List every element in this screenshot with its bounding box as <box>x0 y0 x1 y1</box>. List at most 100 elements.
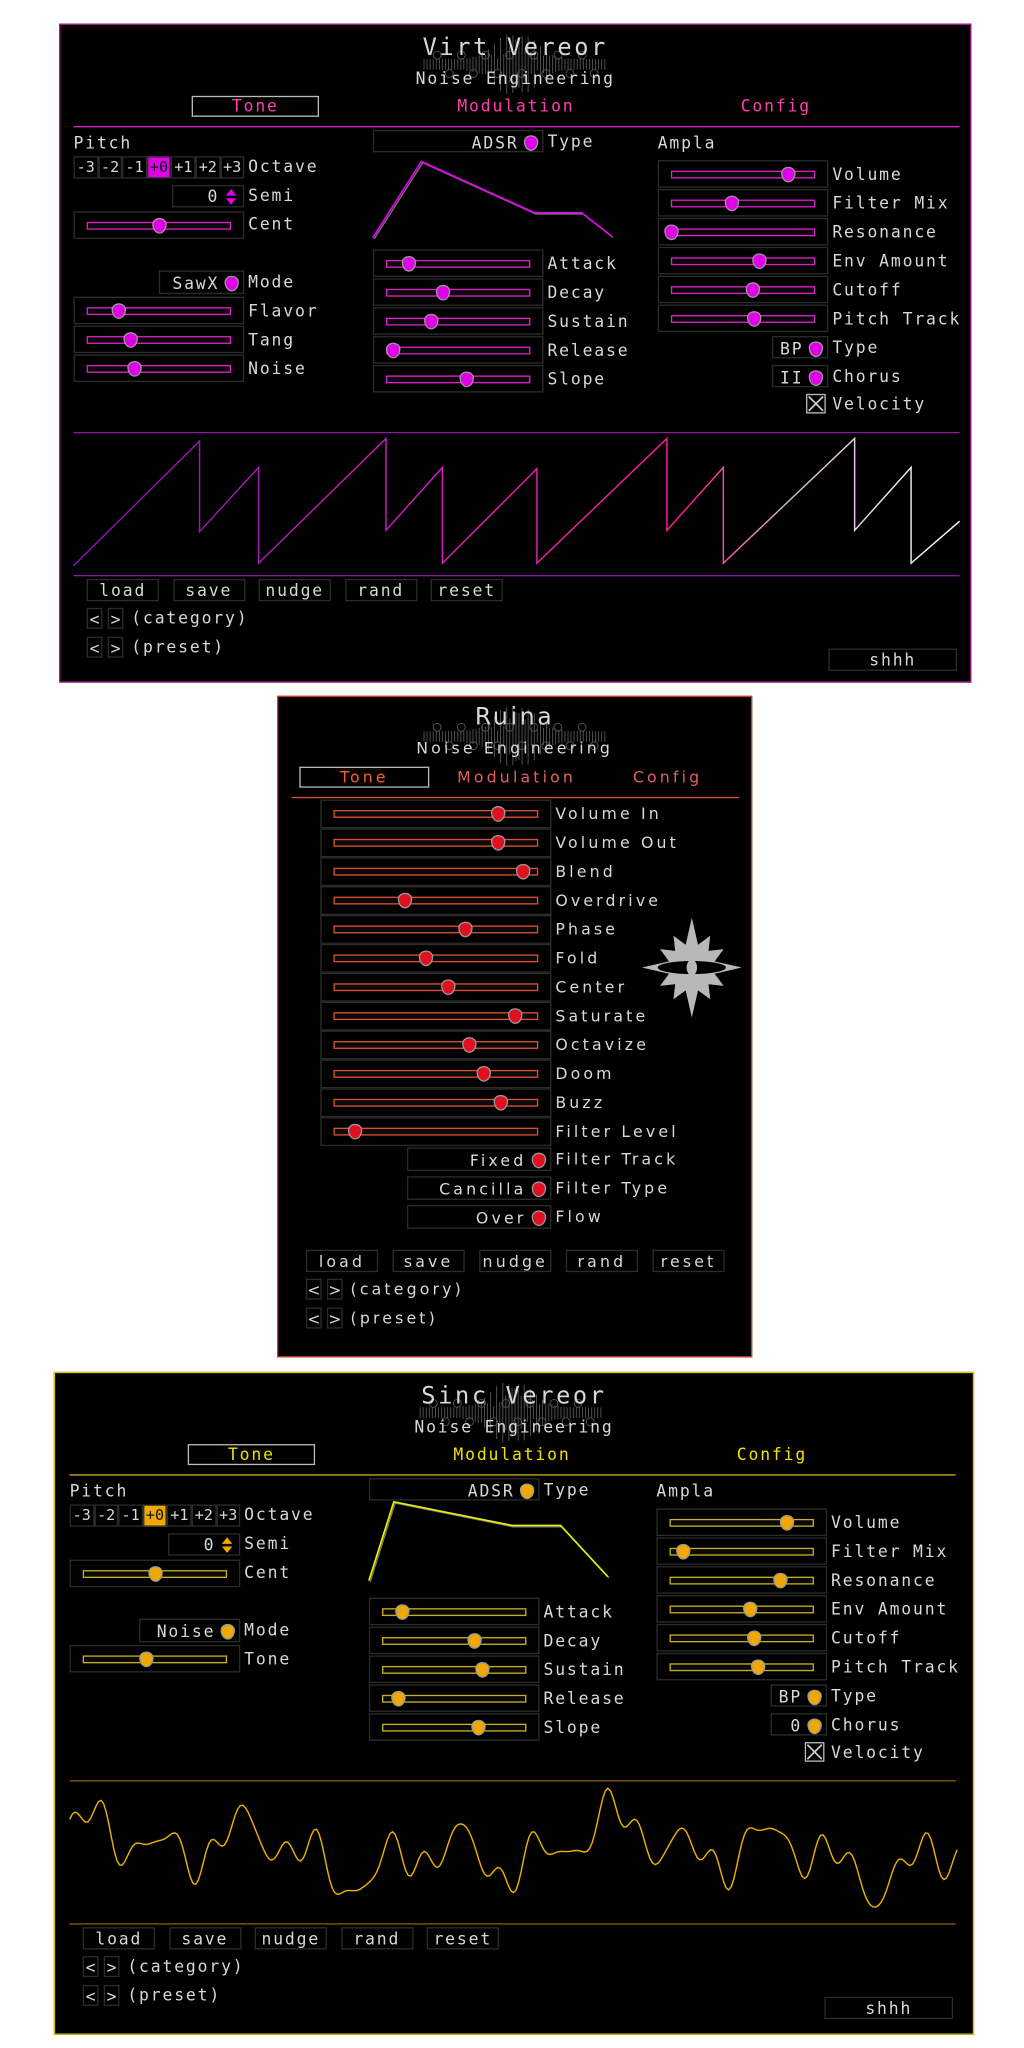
load-button[interactable]: load <box>305 1249 379 1273</box>
reset-button[interactable]: reset <box>430 578 503 602</box>
slider-thumb[interactable] <box>746 1629 762 1646</box>
tab-tone[interactable]: Tone <box>191 95 320 117</box>
slider-thumb[interactable] <box>127 360 142 377</box>
ampla-slider-env-amount[interactable] <box>657 246 829 275</box>
category-next-button[interactable]: > <box>107 607 124 629</box>
envelope-type-dropdown[interactable]: ADSR <box>372 129 544 153</box>
slider-thumb[interactable] <box>122 331 138 348</box>
octave-button[interactable]: +1 <box>167 1504 192 1527</box>
slider-center[interactable] <box>320 972 552 1002</box>
octave-button[interactable]: +0 <box>142 1504 168 1527</box>
envelope-slider-release[interactable] <box>372 336 544 364</box>
slider-thumb[interactable] <box>423 313 439 329</box>
envelope-slider-slope[interactable] <box>368 1713 540 1741</box>
mode-dropdown[interactable]: SawX <box>158 270 245 295</box>
slider-thumb[interactable] <box>441 979 457 996</box>
slider-saturate[interactable] <box>320 1001 552 1031</box>
slider-thumb[interactable] <box>676 1543 691 1559</box>
ampla-slider-volume[interactable] <box>657 160 829 188</box>
ampla-slider-resonance[interactable] <box>656 1566 828 1594</box>
envelope-slider-sustain[interactable] <box>372 307 544 335</box>
envelope-slider-sustain[interactable] <box>368 1655 540 1684</box>
slider-thumb[interactable] <box>348 1123 363 1140</box>
ampla-slider-cutoff[interactable] <box>657 275 829 304</box>
envelope-slider-attack[interactable] <box>372 249 544 278</box>
select-flow[interactable]: Over <box>406 1205 552 1229</box>
slider-doom[interactable] <box>320 1059 552 1089</box>
reset-button[interactable]: reset <box>652 1249 725 1273</box>
cent-slider[interactable] <box>73 211 245 239</box>
slider-thumb[interactable] <box>493 1094 509 1111</box>
slider-overdrive[interactable] <box>320 886 552 916</box>
envelope-slider-release[interactable] <box>368 1684 540 1712</box>
filter-type-dropdown[interactable]: BP <box>770 1684 828 1707</box>
ampla-slider-pitch-track[interactable] <box>656 1652 828 1681</box>
envelope-slider-decay[interactable] <box>368 1626 540 1655</box>
category-prev-button[interactable]: < <box>305 1278 322 1300</box>
save-button[interactable]: save <box>168 1927 241 1950</box>
rand-button[interactable]: rand <box>340 1927 413 1950</box>
tab-tone[interactable]: Tone <box>299 766 430 788</box>
mode-dropdown[interactable]: Noise <box>139 1618 241 1643</box>
envelope-slider-slope[interactable] <box>372 364 544 393</box>
slider-thumb[interactable] <box>394 1603 410 1620</box>
slider-thumb[interactable] <box>476 1065 492 1082</box>
octave-button[interactable]: +2 <box>195 156 221 179</box>
slider-thumb[interactable] <box>139 1650 154 1667</box>
semi-up-icon[interactable] <box>221 1537 233 1544</box>
select-filter-type[interactable]: Cancilla <box>406 1176 552 1200</box>
octave-button[interactable]: -3 <box>73 156 98 179</box>
tab-config[interactable]: Config <box>618 767 716 788</box>
category-prev-button[interactable]: < <box>82 1956 99 1978</box>
ampla-slider-volume[interactable] <box>656 1508 828 1536</box>
slider-thumb[interactable] <box>385 341 400 358</box>
preset-next-button[interactable]: > <box>107 636 124 658</box>
envelope-slider-decay[interactable] <box>372 278 544 306</box>
category-prev-button[interactable]: < <box>86 607 103 629</box>
slider-thumb[interactable] <box>745 281 760 298</box>
slider-volume-out[interactable] <box>320 828 552 858</box>
preset-next-button[interactable]: > <box>103 1984 120 2006</box>
slider-thumb[interactable] <box>779 1514 794 1531</box>
tone-slider-tone[interactable] <box>69 1644 241 1673</box>
slider-thumb[interactable] <box>152 217 167 234</box>
octave-button[interactable]: -2 <box>97 156 123 179</box>
slider-thumb[interactable] <box>664 223 679 240</box>
octave-button[interactable]: +2 <box>191 1504 217 1527</box>
shhh-button[interactable]: shhh <box>828 648 958 671</box>
semi-down-icon[interactable] <box>225 198 237 205</box>
octave-button[interactable]: +3 <box>216 1504 241 1527</box>
ampla-slider-cutoff[interactable] <box>656 1623 828 1652</box>
tone-slider-noise[interactable] <box>73 354 245 383</box>
octave-button[interactable]: -3 <box>69 1504 94 1527</box>
slider-thumb[interactable] <box>516 863 531 880</box>
slider-thumb[interactable] <box>773 1572 788 1588</box>
slider-thumb[interactable] <box>752 252 768 269</box>
slider-volume-in[interactable] <box>320 799 552 829</box>
slider-thumb[interactable] <box>508 1008 523 1024</box>
chorus-dropdown[interactable]: II <box>771 364 829 388</box>
slider-octavize[interactable] <box>320 1030 552 1060</box>
octave-button[interactable]: -1 <box>122 156 147 179</box>
ampla-slider-filter-mix[interactable] <box>656 1537 828 1565</box>
slider-thumb[interactable] <box>111 302 126 319</box>
slider-thumb[interactable] <box>746 310 762 327</box>
preset-next-button[interactable]: > <box>326 1307 343 1329</box>
slider-blend[interactable] <box>320 857 552 887</box>
slider-thumb[interactable] <box>751 1658 766 1675</box>
category-next-button[interactable]: > <box>103 1956 120 1978</box>
nudge-button[interactable]: nudge <box>479 1249 552 1273</box>
cent-slider[interactable] <box>69 1559 241 1588</box>
rand-button[interactable]: rand <box>344 578 417 602</box>
envelope-type-dropdown[interactable]: ADSR <box>368 1478 540 1501</box>
semi-stepper[interactable]: 0 <box>171 185 245 208</box>
octave-button[interactable]: +1 <box>171 156 196 179</box>
reset-button[interactable]: reset <box>426 1927 499 1950</box>
category-next-button[interactable]: > <box>326 1278 343 1300</box>
slider-thumb[interactable] <box>401 255 417 272</box>
rand-button[interactable]: rand <box>565 1249 639 1273</box>
slider-thumb[interactable] <box>780 166 796 182</box>
load-button[interactable]: load <box>82 1927 155 1950</box>
slider-thumb[interactable] <box>462 1037 477 1053</box>
save-button[interactable]: save <box>392 1249 465 1273</box>
